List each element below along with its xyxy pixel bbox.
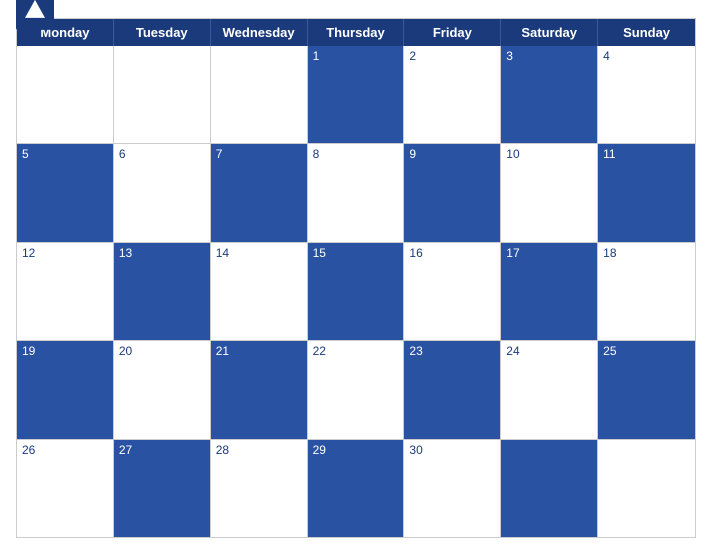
empty-cell xyxy=(211,46,308,143)
day-cell-13: 13 xyxy=(114,243,211,340)
day-number: 11 xyxy=(603,147,615,161)
day-cell-22: 22 xyxy=(308,341,405,438)
day-number: 9 xyxy=(409,147,416,161)
day-cell-23: 23 xyxy=(404,341,501,438)
day-cell-29: 29 xyxy=(308,440,405,537)
day-cell-14: 14 xyxy=(211,243,308,340)
logo xyxy=(16,0,58,30)
header-day-thursday: Thursday xyxy=(308,19,405,46)
day-number: 17 xyxy=(506,246,519,260)
day-number: 18 xyxy=(603,246,616,260)
day-number: 15 xyxy=(313,246,326,260)
day-number: 6 xyxy=(119,147,126,161)
day-number: 21 xyxy=(216,344,229,358)
empty-cell xyxy=(114,46,211,143)
day-number: 19 xyxy=(22,344,35,358)
calendar-week-1: 1 2 3 4 xyxy=(17,46,695,144)
day-cell-17: 17 xyxy=(501,243,598,340)
day-cell-6: 6 xyxy=(114,144,211,241)
day-cell-3: 3 xyxy=(501,46,598,143)
header-day-sunday: Sunday xyxy=(598,19,695,46)
calendar-grid: MondayTuesdayWednesdayThursdayFridaySatu… xyxy=(16,18,696,538)
day-cell-26: 26 xyxy=(17,440,114,537)
logo-icon xyxy=(16,0,54,30)
day-number: 8 xyxy=(313,147,320,161)
day-cell-16: 16 xyxy=(404,243,501,340)
day-cell-5: 5 xyxy=(17,144,114,241)
day-number: 13 xyxy=(119,246,132,260)
day-cell-28: 28 xyxy=(211,440,308,537)
header-day-wednesday: Wednesday xyxy=(211,19,308,46)
calendar-header-row: MondayTuesdayWednesdayThursdayFridaySatu… xyxy=(17,19,695,46)
day-cell-25: 25 xyxy=(598,341,695,438)
day-cell-21: 21 xyxy=(211,341,308,438)
day-number: 5 xyxy=(22,147,29,161)
day-cell-18: 18 xyxy=(598,243,695,340)
day-number: 27 xyxy=(119,443,132,457)
day-number: 14 xyxy=(216,246,229,260)
day-cell-9: 9 xyxy=(404,144,501,241)
day-number: 28 xyxy=(216,443,229,457)
day-cell-8: 8 xyxy=(308,144,405,241)
day-number: 26 xyxy=(22,443,35,457)
day-number: 12 xyxy=(22,246,35,260)
day-number: 2 xyxy=(409,49,416,63)
day-cell-15: 15 xyxy=(308,243,405,340)
day-number: 25 xyxy=(603,344,616,358)
calendar-week-5: 26 27 28 29 30 xyxy=(17,440,695,537)
day-number: 29 xyxy=(313,443,326,457)
day-number: 23 xyxy=(409,344,422,358)
day-cell-4: 4 xyxy=(598,46,695,143)
day-cell-7: 7 xyxy=(211,144,308,241)
day-number: 3 xyxy=(506,49,513,63)
day-number: 24 xyxy=(506,344,519,358)
day-cell-2: 2 xyxy=(404,46,501,143)
day-number: 30 xyxy=(409,443,422,457)
day-cell-19: 19 xyxy=(17,341,114,438)
empty-cell xyxy=(501,440,598,537)
header-day-friday: Friday xyxy=(404,19,501,46)
day-number: 22 xyxy=(313,344,326,358)
empty-cell xyxy=(598,440,695,537)
calendar-page: MondayTuesdayWednesdayThursdayFridaySatu… xyxy=(0,0,712,550)
calendar-week-2: 5 6 7 8 9 10 11 xyxy=(17,144,695,242)
calendar-body: 1234567891011121314151617181920212223242… xyxy=(17,46,695,537)
day-cell-12: 12 xyxy=(17,243,114,340)
day-number: 20 xyxy=(119,344,132,358)
header-day-saturday: Saturday xyxy=(501,19,598,46)
day-cell-30: 30 xyxy=(404,440,501,537)
day-number: 16 xyxy=(409,246,422,260)
calendar-week-4: 19 20 21 22 23 24 25 xyxy=(17,341,695,439)
day-number: 4 xyxy=(603,49,610,63)
day-cell-24: 24 xyxy=(501,341,598,438)
day-cell-20: 20 xyxy=(114,341,211,438)
day-cell-11: 11 xyxy=(598,144,695,241)
calendar-week-3: 12 13 14 15 16 17 18 xyxy=(17,243,695,341)
day-cell-1: 1 xyxy=(308,46,405,143)
day-number: 10 xyxy=(506,147,519,161)
day-cell-27: 27 xyxy=(114,440,211,537)
day-cell-10: 10 xyxy=(501,144,598,241)
header-day-tuesday: Tuesday xyxy=(114,19,211,46)
day-number: 1 xyxy=(313,49,320,63)
day-number: 7 xyxy=(216,147,223,161)
empty-cell xyxy=(17,46,114,143)
